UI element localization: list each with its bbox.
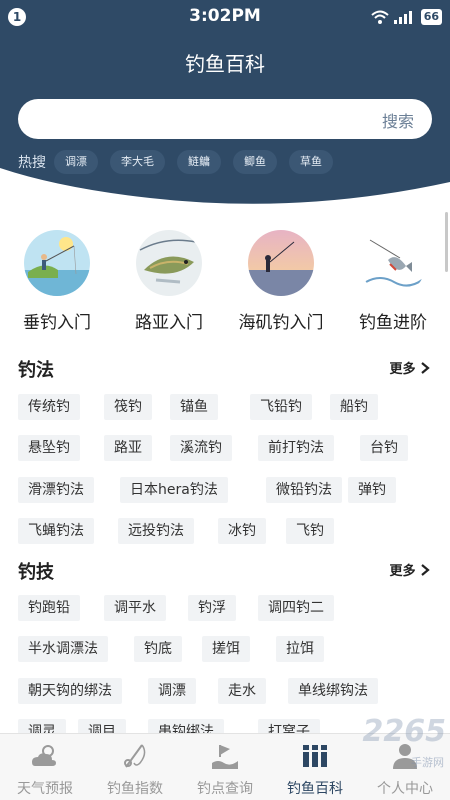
skill-chip[interactable]: 单线绑钩法 <box>288 678 378 704</box>
hot-search-row: 热搜 调漂 李大毛 鲢鳙 鲫鱼 草鱼 <box>18 150 345 174</box>
more-label: 更多 <box>389 362 416 377</box>
method-chip[interactable]: 滑漂钓法 <box>18 477 94 503</box>
category-lure-beginner[interactable]: 路亚入门 <box>113 230 225 333</box>
method-chip[interactable]: 微铅钓法 <box>266 477 342 503</box>
hot-search-tag[interactable]: 李大毛 <box>110 150 165 174</box>
watermark-logo: 2265 <box>362 714 447 749</box>
nav-label: 钓点查询 <box>197 781 253 797</box>
section-title-skills: 钓技 <box>18 562 54 583</box>
category-label: 垂钓入门 <box>23 313 91 333</box>
hot-search-tag[interactable]: 鲢鳙 <box>177 150 221 174</box>
nav-encyclopedia[interactable]: 钓鱼百科 <box>270 740 360 798</box>
hot-search-tag[interactable]: 鲫鱼 <box>233 150 277 174</box>
nav-label: 钓鱼百科 <box>287 781 343 797</box>
skill-chip[interactable]: 拉饵 <box>276 636 324 662</box>
method-chip[interactable]: 冰钓 <box>218 518 266 544</box>
status-bar: 1 3:02PM 66 <box>0 0 450 34</box>
method-chip[interactable]: 路亚 <box>104 435 152 461</box>
method-chip[interactable]: 日本hera钓法 <box>120 477 228 503</box>
chevron-right-icon <box>421 564 430 576</box>
method-chip[interactable]: 飞钓 <box>286 518 334 544</box>
nav-label: 天气预报 <box>17 781 73 797</box>
skill-chip[interactable]: 调四钓二 <box>258 595 334 621</box>
category-beginner-fishing[interactable]: 垂钓入门 <box>1 230 113 333</box>
skill-chip[interactable]: 走水 <box>218 678 266 704</box>
wifi-icon <box>371 10 389 24</box>
skill-chip[interactable]: 调漂 <box>148 678 196 704</box>
method-chip[interactable]: 飞蝇钓法 <box>18 518 94 544</box>
watermark-caption: 手游网 <box>411 756 444 769</box>
battery-icon: 66 <box>420 9 442 25</box>
nav-fishing-index[interactable]: 钓鱼指数 <box>90 740 180 798</box>
skill-chip[interactable]: 调平水 <box>104 595 166 621</box>
category-label: 海矶钓入门 <box>238 313 324 333</box>
method-chip[interactable]: 飞铅钓 <box>250 394 312 420</box>
fishing-scene-icon <box>24 230 90 296</box>
skill-chip[interactable]: 钓底 <box>134 636 182 662</box>
method-chip[interactable]: 远投钓法 <box>118 518 194 544</box>
more-label: 更多 <box>389 564 416 579</box>
search-button[interactable]: 搜索 <box>382 108 414 132</box>
skill-chip[interactable]: 钓浮 <box>188 595 236 621</box>
fishing-rod-icon <box>90 740 180 772</box>
caught-fish-icon <box>360 230 426 296</box>
skill-chip[interactable]: 半水调漂法 <box>18 636 108 662</box>
nav-label: 个人中心 <box>377 781 433 797</box>
search-bar: 搜索 <box>18 99 432 139</box>
method-chip[interactable]: 传统钓 <box>18 394 80 420</box>
hot-search-label: 热搜 <box>18 155 46 171</box>
method-chip[interactable]: 前打钓法 <box>258 435 334 461</box>
sea-sunset-icon <box>248 230 314 296</box>
chevron-right-icon <box>421 362 430 374</box>
nav-spot-search[interactable]: 钓点查询 <box>180 740 270 798</box>
category-label: 路亚入门 <box>135 313 203 333</box>
skill-chip[interactable]: 朝天钩的绑法 <box>18 678 122 704</box>
nav-label: 钓鱼指数 <box>107 781 163 797</box>
section-title-methods: 钓法 <box>18 360 54 381</box>
skills-more-link[interactable]: 更多 <box>389 560 430 579</box>
method-chip[interactable]: 悬坠钓 <box>18 435 80 461</box>
skill-chip[interactable]: 搓饵 <box>202 636 250 662</box>
category-advanced-fishing[interactable]: 钓鱼进阶 <box>337 230 449 333</box>
hot-search-tag[interactable]: 调漂 <box>54 150 98 174</box>
category-label: 钓鱼进阶 <box>359 313 427 333</box>
method-chip[interactable]: 船钓 <box>330 394 378 420</box>
header: 1 3:02PM 66 钓鱼百科 搜索 热搜 调漂 李大毛 鲢鳙 鲫鱼 草鱼 <box>0 0 450 210</box>
encyclopedia-icon <box>270 740 360 772</box>
hot-search-tag[interactable]: 草鱼 <box>289 150 333 174</box>
search-input[interactable] <box>34 99 374 139</box>
skill-chip[interactable]: 钓跑铅 <box>18 595 80 621</box>
method-chip[interactable]: 锚鱼 <box>170 394 218 420</box>
category-sea-rock-fishing[interactable]: 海矶钓入门 <box>225 230 337 333</box>
method-chip[interactable]: 弹钓 <box>348 477 396 503</box>
weather-icon <box>0 740 90 772</box>
status-icons: 66 <box>371 8 442 26</box>
signal-icon <box>393 11 412 24</box>
lure-fish-icon <box>136 230 202 296</box>
method-chip[interactable]: 台钓 <box>360 435 408 461</box>
page-title: 钓鱼百科 <box>185 52 265 76</box>
method-chip[interactable]: 筏钓 <box>104 394 152 420</box>
nav-weather[interactable]: 天气预报 <box>0 740 90 798</box>
methods-more-link[interactable]: 更多 <box>389 358 430 377</box>
spot-icon <box>180 740 270 772</box>
method-chip[interactable]: 溪流钓 <box>170 435 232 461</box>
